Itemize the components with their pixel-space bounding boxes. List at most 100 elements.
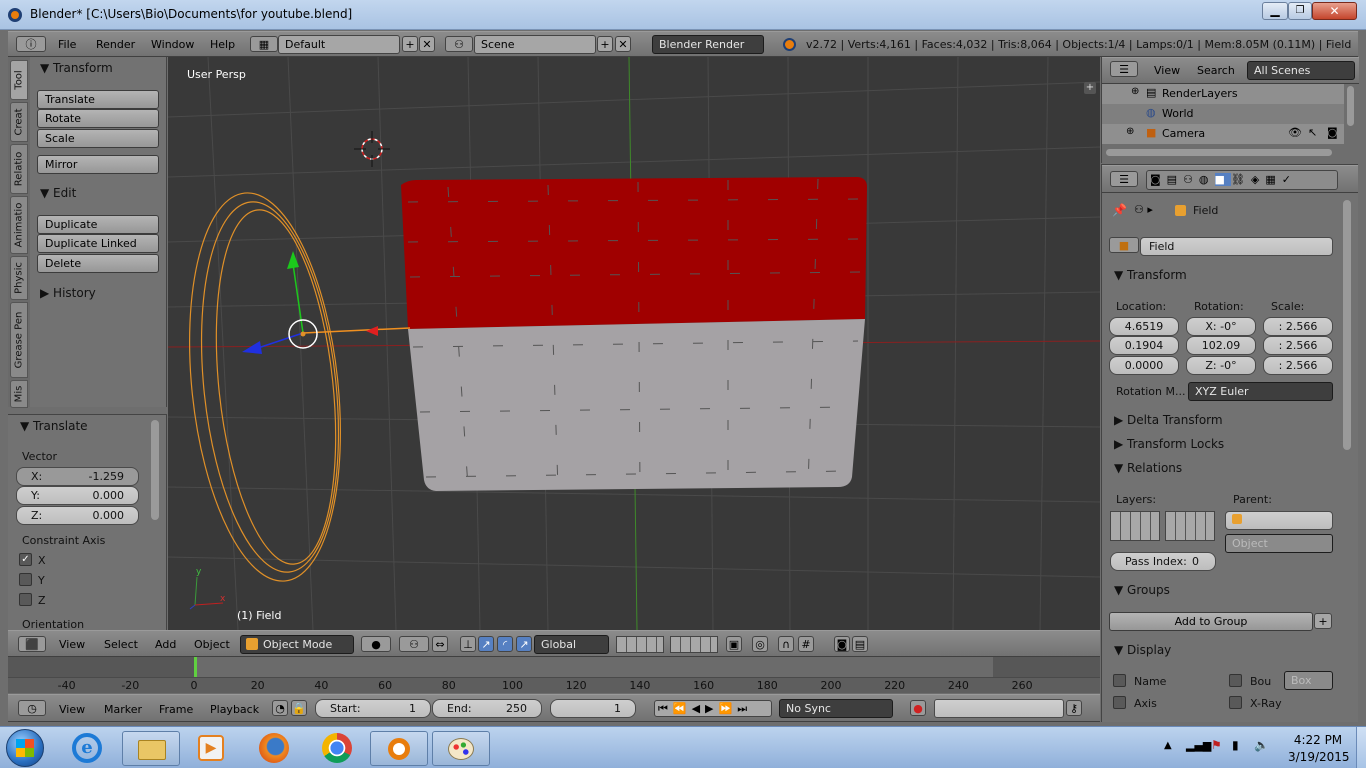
render-engine-dropdown[interactable]: Blender Render [652, 35, 764, 54]
scale-manipulator-icon[interactable]: ◜ [497, 636, 513, 652]
auto-keyframe-icon[interactable]: ● [910, 700, 926, 716]
pass-index-field[interactable]: Pass Index: 0 [1110, 552, 1216, 571]
transform-orientation-dropdown[interactable]: Global [534, 635, 609, 654]
end-frame-field[interactable]: End: 250 [432, 699, 542, 718]
close-button[interactable]: ✕ [1312, 2, 1357, 20]
taskbar-paint[interactable] [432, 731, 490, 766]
object-data-icon[interactable]: ■ [1109, 237, 1139, 253]
tab-grease-pencil[interactable]: Grease Pen [10, 302, 28, 378]
properties-transform-header[interactable]: ▼ Transform [1114, 268, 1187, 282]
relations-header[interactable]: ▼ Relations [1114, 461, 1182, 475]
snap-element-icon[interactable]: # [798, 636, 814, 652]
editor-type-icon[interactable]: ⬛ [18, 636, 46, 652]
tray-clock-date[interactable]: 3/19/2015 [1288, 750, 1350, 764]
view3d-menu-object[interactable]: Object [194, 638, 230, 651]
expand-camera-icon[interactable]: ⊕ [1126, 126, 1134, 137]
timeline-area[interactable]: -40 -20 0 20 40 60 80 100 120 140 160 180 200 220 240 2… [8, 657, 1100, 693]
view3d-menu-view[interactable]: View [59, 638, 85, 651]
tray-show-hidden-icon[interactable]: ▲ [1164, 740, 1172, 751]
mirror-button[interactable]: Mirror [37, 155, 159, 174]
add-to-group-button[interactable]: Add to Group [1109, 612, 1313, 631]
delete-button[interactable]: Delete [37, 254, 159, 273]
transform-orientation-icon[interactable]: ↗ [516, 636, 532, 652]
rotate-button[interactable]: Rotate [37, 109, 159, 128]
display-bounds-checkbox[interactable] [1229, 674, 1242, 687]
vector-y-field[interactable]: Y: 0.000 [16, 486, 139, 505]
lock-camera-icon[interactable]: ▣ [726, 636, 742, 652]
groups-header[interactable]: ▼ Groups [1114, 583, 1170, 597]
object-layers-b[interactable] [1165, 511, 1215, 541]
tab-create[interactable]: Creat [10, 102, 28, 142]
sync-mode-dropdown[interactable]: No Sync [779, 699, 893, 718]
timeline-menu-frame[interactable]: Frame [159, 703, 193, 716]
outliner-search-menu[interactable]: Search [1197, 64, 1235, 77]
tab-misc[interactable]: Mis [10, 380, 28, 408]
pin-icon[interactable]: 📌 [1112, 203, 1127, 217]
duplicate-button[interactable]: Duplicate [37, 215, 159, 234]
object-layers-a[interactable] [1110, 511, 1160, 541]
layer-buttons-a[interactable] [616, 636, 664, 653]
outliner-filter-dropdown[interactable]: All Scenes [1247, 61, 1355, 80]
outliner-scrollbar[interactable] [1347, 86, 1354, 126]
constraint-z-checkbox[interactable] [19, 593, 32, 606]
visibility-eye-icon[interactable]: 👁 [1288, 126, 1302, 139]
current-frame-field[interactable]: 1 [550, 699, 636, 718]
taskbar-chrome-icon[interactable] [322, 733, 352, 763]
properties-region-toggle-icon[interactable]: + [1084, 82, 1096, 94]
tab-relations[interactable]: Relatio [10, 144, 28, 194]
snap-magnet-icon[interactable]: ∩ [778, 636, 794, 652]
taskbar-file-explorer[interactable] [122, 731, 180, 766]
remove-layout-icon[interactable]: ✕ [419, 36, 435, 52]
translate-manipulator-icon[interactable]: ⊥ [460, 636, 476, 652]
remove-scene-icon[interactable]: ✕ [615, 36, 631, 52]
rotate-manipulator-icon[interactable]: ↗ [478, 636, 494, 652]
render-opengl-icon[interactable]: ◙ [834, 636, 850, 652]
location-x-field[interactable]: 4.6519 [1109, 317, 1179, 336]
select-cursor-icon[interactable]: ↖ [1308, 126, 1317, 139]
preview-range-icon[interactable]: ◔ [272, 700, 288, 716]
screen-layout-field[interactable]: Default [278, 35, 400, 54]
display-header[interactable]: ▼ Display [1114, 643, 1171, 657]
scene-field[interactable]: Scene [474, 35, 596, 54]
tray-volume-icon[interactable]: 🔈 [1254, 738, 1269, 752]
rotation-z-field[interactable]: Z: -0° [1186, 356, 1256, 375]
outliner-editor-icon[interactable]: ☰ [1110, 61, 1138, 77]
add-layout-icon[interactable]: + [402, 36, 418, 52]
properties-editor-icon[interactable]: ☰ [1110, 171, 1138, 187]
rotation-mode-dropdown[interactable]: XYZ Euler [1188, 382, 1333, 401]
parent-type-dropdown[interactable]: Object [1225, 534, 1333, 553]
timeline-editor-icon[interactable]: ◷ [18, 700, 46, 716]
lock-range-icon[interactable]: 🔒 [291, 700, 307, 716]
tab-physics[interactable]: Physic [10, 256, 28, 300]
rotation-x-field[interactable]: X: -0° [1186, 317, 1256, 336]
tray-battery-icon[interactable]: ▮ [1232, 738, 1239, 752]
transform-panel-header[interactable]: ▼ Transform [40, 61, 113, 75]
timeline-menu-view[interactable]: View [59, 703, 85, 716]
outliner-hscrollbar[interactable] [1106, 149, 1332, 156]
render-animation-icon[interactable]: ▤ [852, 636, 868, 652]
constraint-y-checkbox[interactable] [19, 573, 32, 586]
menu-file[interactable]: File [58, 38, 76, 51]
delta-transform-header[interactable]: ▶ Delta Transform [1114, 413, 1223, 427]
scale-x-field[interactable]: : 2.566 [1263, 317, 1333, 336]
properties-context-tabs[interactable]: ◙▤⚇◍■⛓◈▦✓ [1146, 170, 1338, 190]
location-z-field[interactable]: 0.0000 [1109, 356, 1179, 375]
menu-render[interactable]: Render [96, 38, 135, 51]
vector-z-field[interactable]: Z: 0.000 [16, 506, 139, 525]
proportional-edit-icon[interactable]: ◎ [752, 636, 768, 652]
menu-help[interactable]: Help [210, 38, 235, 51]
scale-z-field[interactable]: : 2.566 [1263, 356, 1333, 375]
outliner-row-camera[interactable]: ⊕ ■ Camera 👁 ↖ ◙ [1102, 124, 1344, 144]
operator-panel-scrollbar[interactable] [151, 420, 159, 520]
rotation-y-field[interactable]: 102.09 [1186, 336, 1256, 355]
menu-window[interactable]: Window [151, 38, 194, 51]
taskbar-firefox-icon[interactable] [259, 733, 289, 763]
transform-locks-header[interactable]: ▶ Transform Locks [1114, 437, 1224, 451]
show-desktop-button[interactable] [1356, 727, 1366, 768]
tray-clock-time[interactable]: 4:22 PM [1288, 733, 1348, 747]
constraint-x-checkbox[interactable]: ✓ [19, 553, 32, 566]
expand-icon[interactable]: ⊕ [1131, 86, 1139, 97]
taskbar-internet-explorer-icon[interactable]: e [72, 733, 102, 763]
location-y-field[interactable]: 0.1904 [1109, 336, 1179, 355]
duplicate-linked-button[interactable]: Duplicate Linked [37, 234, 159, 253]
